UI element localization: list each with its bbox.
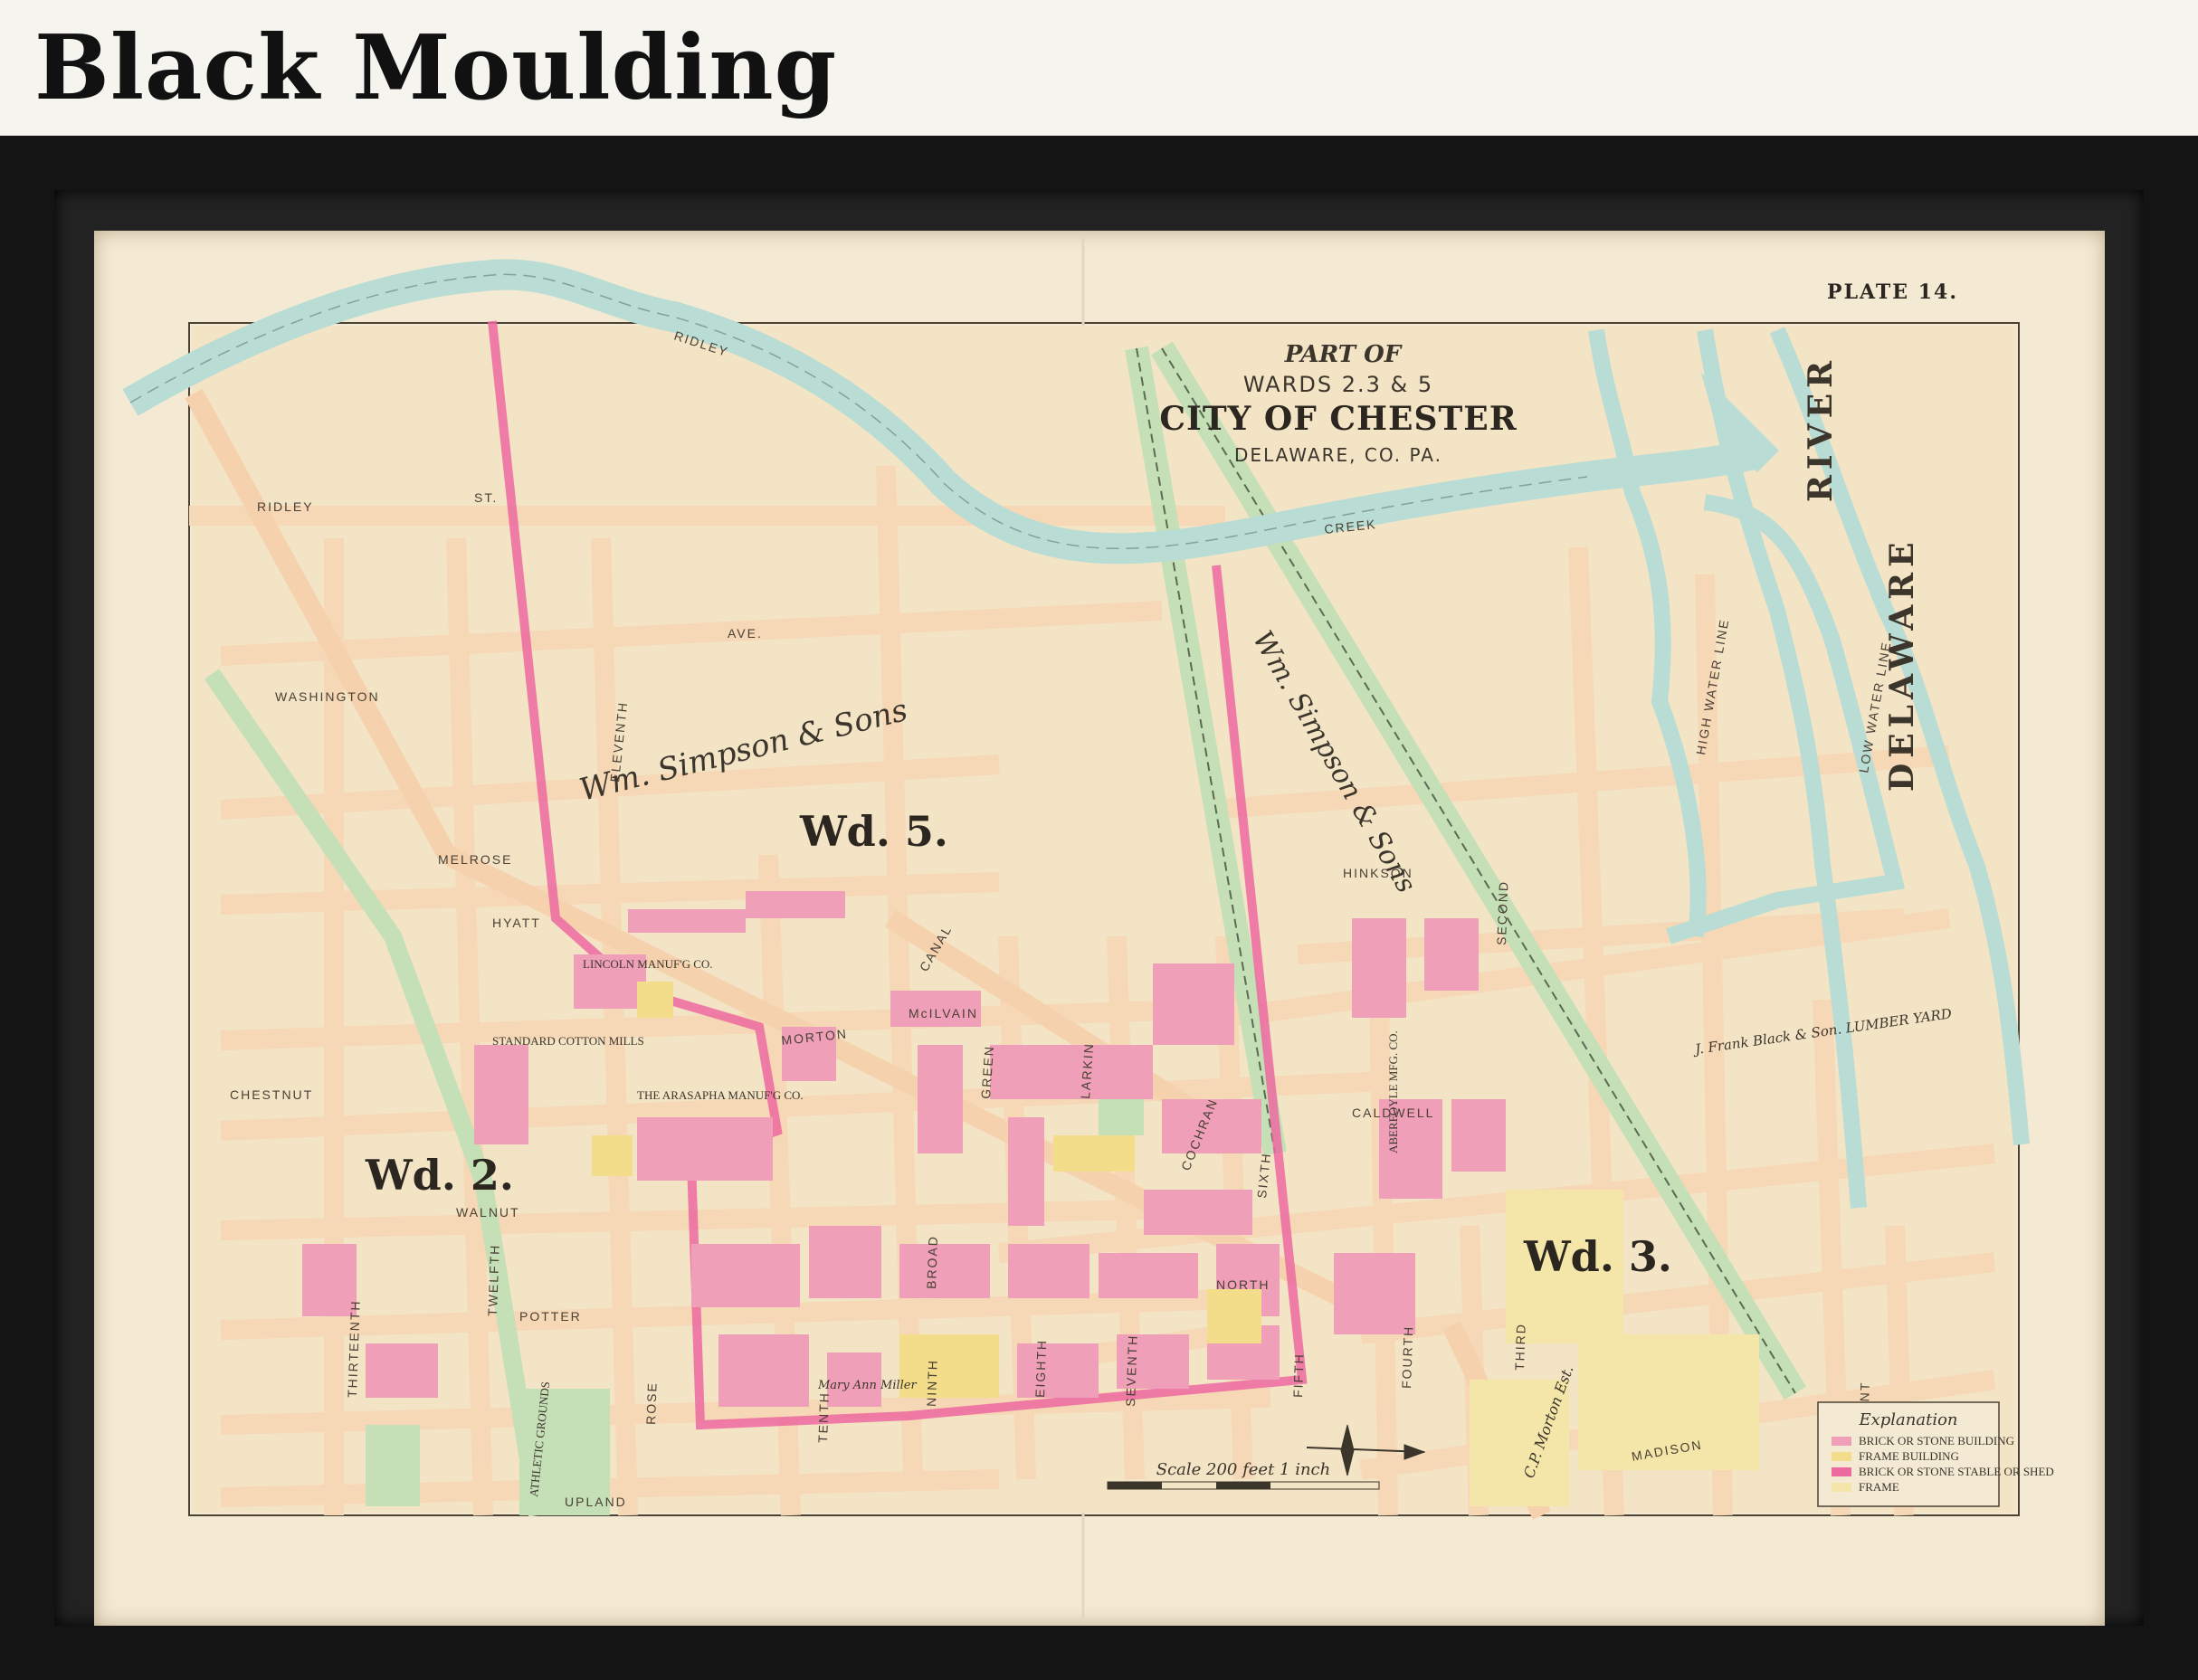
- street-tenth: TENTH: [815, 1391, 832, 1443]
- street-fourth: FOURTH: [1399, 1325, 1415, 1390]
- legend-item-3: FRAME: [1859, 1480, 1899, 1494]
- map-sheet: PART OF WARDS 2.3 & 5 CITY OF CHESTER DE…: [94, 231, 2105, 1626]
- label-lincoln-mfg: LINCOLN MANUF'G CO.: [583, 957, 713, 971]
- label-aberfoyle: ABERFOYLE MFG. CO.: [1386, 1030, 1400, 1153]
- street-ninth: NINTH: [924, 1359, 940, 1407]
- street-chestnut: CHESTNUT: [230, 1087, 313, 1102]
- street-walnut: WALNUT: [456, 1205, 520, 1220]
- street-hyatt: HYATT: [492, 916, 541, 930]
- street-washington: WASHINGTON: [275, 689, 380, 704]
- street-ridley: RIDLEY: [257, 499, 314, 514]
- title-city: CITY OF CHESTER: [1159, 400, 1517, 438]
- street-rose: ROSE: [643, 1381, 660, 1425]
- title-county: DELAWARE, CO. PA.: [1234, 444, 1442, 466]
- legend-item-2: BRICK OR STONE STABLE OR SHED: [1859, 1465, 2054, 1478]
- label-mary-ann-miller: Mary Ann Miller: [817, 1379, 917, 1392]
- title-wards: WARDS 2.3 & 5: [1243, 372, 1433, 397]
- street-twelfth: TWELFTH: [485, 1243, 502, 1316]
- street-upland: UPLAND: [565, 1495, 627, 1509]
- street-st: ST.: [474, 490, 498, 505]
- label-arasapha: THE ARASAPHA MANUF'G CO.: [637, 1088, 804, 1102]
- map-canvas: PART OF WARDS 2.3 & 5 CITY OF CHESTER DE…: [122, 235, 2054, 1624]
- page-title: Black Moulding: [34, 16, 838, 120]
- street-ave: AVE.: [728, 626, 763, 641]
- legend-swatch-3: [1832, 1483, 1851, 1492]
- street-second: SECOND: [1494, 880, 1510, 945]
- legend-swatch-1: [1832, 1452, 1851, 1461]
- legend-item-1: FRAME BUILDING: [1859, 1449, 1959, 1463]
- street-seventh: SEVENTH: [1123, 1334, 1140, 1407]
- label-river: RIVER: [1802, 356, 1840, 502]
- ward-5-label: Wd. 5.: [799, 807, 948, 856]
- title-part: PART OF: [1284, 341, 1403, 368]
- legend-item-0: BRICK OR STONE BUILDING: [1859, 1434, 2014, 1447]
- street-eighth: EIGHTH: [1032, 1339, 1049, 1398]
- legend-swatch-2: [1832, 1467, 1851, 1476]
- legend-title: Explanation: [1858, 1410, 1957, 1429]
- ward-3-label: Wd. 3.: [1523, 1232, 1672, 1281]
- street-potter: POTTER: [519, 1309, 582, 1324]
- ward-2-label: Wd. 2.: [365, 1151, 514, 1200]
- legend-swatch-0: [1832, 1437, 1851, 1446]
- street-third: THIRD: [1512, 1323, 1528, 1371]
- scale-text: Scale 200 feet 1 inch: [1156, 1460, 1330, 1479]
- label-standard-cotton-mills: STANDARD COTTON MILLS: [492, 1034, 644, 1048]
- street-melrose: MELROSE: [438, 852, 512, 867]
- street-broad: BROAD: [924, 1235, 940, 1289]
- plate-number: PLATE 14.: [1827, 280, 1958, 304]
- street-fifth: FIFTH: [1290, 1353, 1307, 1398]
- street-mcilvain: McILVAIN: [909, 1006, 978, 1020]
- street-north: NORTH: [1216, 1277, 1270, 1292]
